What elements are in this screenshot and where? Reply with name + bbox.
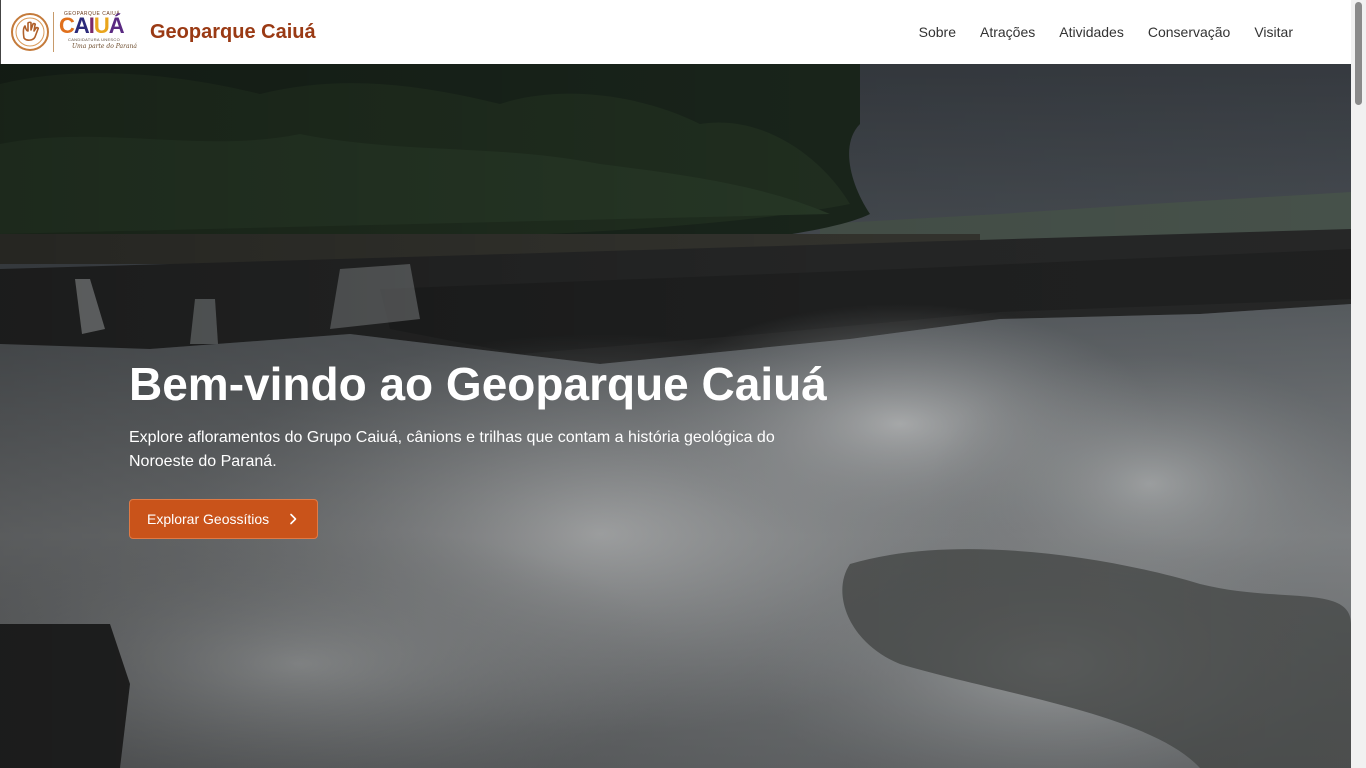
page: GEOPARQUE CAIUÁ CAIUÁ CANDIDATURA UNESCO… — [0, 0, 1366, 768]
site-header: GEOPARQUE CAIUÁ CAIUÁ CANDIDATURA UNESCO… — [0, 0, 1351, 64]
hero-section: Bem-vindo ao Geoparque Caiuá Explore afl… — [0, 64, 1351, 768]
nav-link-sobre[interactable]: Sobre — [919, 24, 956, 40]
explore-geosites-button[interactable]: Explorar Geossítios — [129, 499, 319, 539]
logo-letter: U — [93, 13, 110, 38]
logo-letter: Á — [108, 13, 125, 38]
site-title[interactable]: Geoparque Caiuá — [150, 21, 316, 44]
hero-content: Bem-vindo ao Geoparque Caiuá Explore afl… — [129, 356, 889, 539]
logo-script: Uma parte do Paraná — [72, 43, 137, 50]
explore-geosites-label: Explorar Geossítios — [147, 511, 270, 527]
logo-tiny-mid: CANDIDATURA UNESCO — [68, 37, 120, 42]
logo[interactable]: GEOPARQUE CAIUÁ CAIUÁ CANDIDATURA UNESCO… — [10, 8, 138, 56]
chevron-right-icon — [290, 513, 297, 525]
logo-letter: A — [73, 13, 90, 38]
scrollbar-thumb[interactable] — [1355, 2, 1362, 105]
nav-link-conservacao[interactable]: Conservação — [1148, 24, 1231, 40]
hero-subtitle: Explore afloramentos do Grupo Caiuá, cân… — [129, 429, 775, 470]
main-nav: Sobre Atrações Atividades Conservação Vi… — [895, 0, 1293, 64]
logo-wordmark: GEOPARQUE CAIUÁ CAIUÁ CANDIDATURA UNESCO… — [58, 10, 138, 54]
hand-emblem-icon — [11, 13, 49, 51]
page-scrollbar[interactable] — [1351, 0, 1366, 768]
hero-title: Bem-vindo ao Geoparque Caiuá — [129, 358, 827, 410]
logo-letter: C — [59, 13, 75, 38]
nav-link-atracoes[interactable]: Atrações — [980, 24, 1035, 40]
logo-wordmark-text: CAIUÁ — [59, 13, 125, 38]
nav-link-visitar[interactable]: Visitar — [1254, 24, 1293, 40]
logo-divider — [53, 12, 54, 52]
nav-link-atividades[interactable]: Atividades — [1059, 24, 1124, 40]
